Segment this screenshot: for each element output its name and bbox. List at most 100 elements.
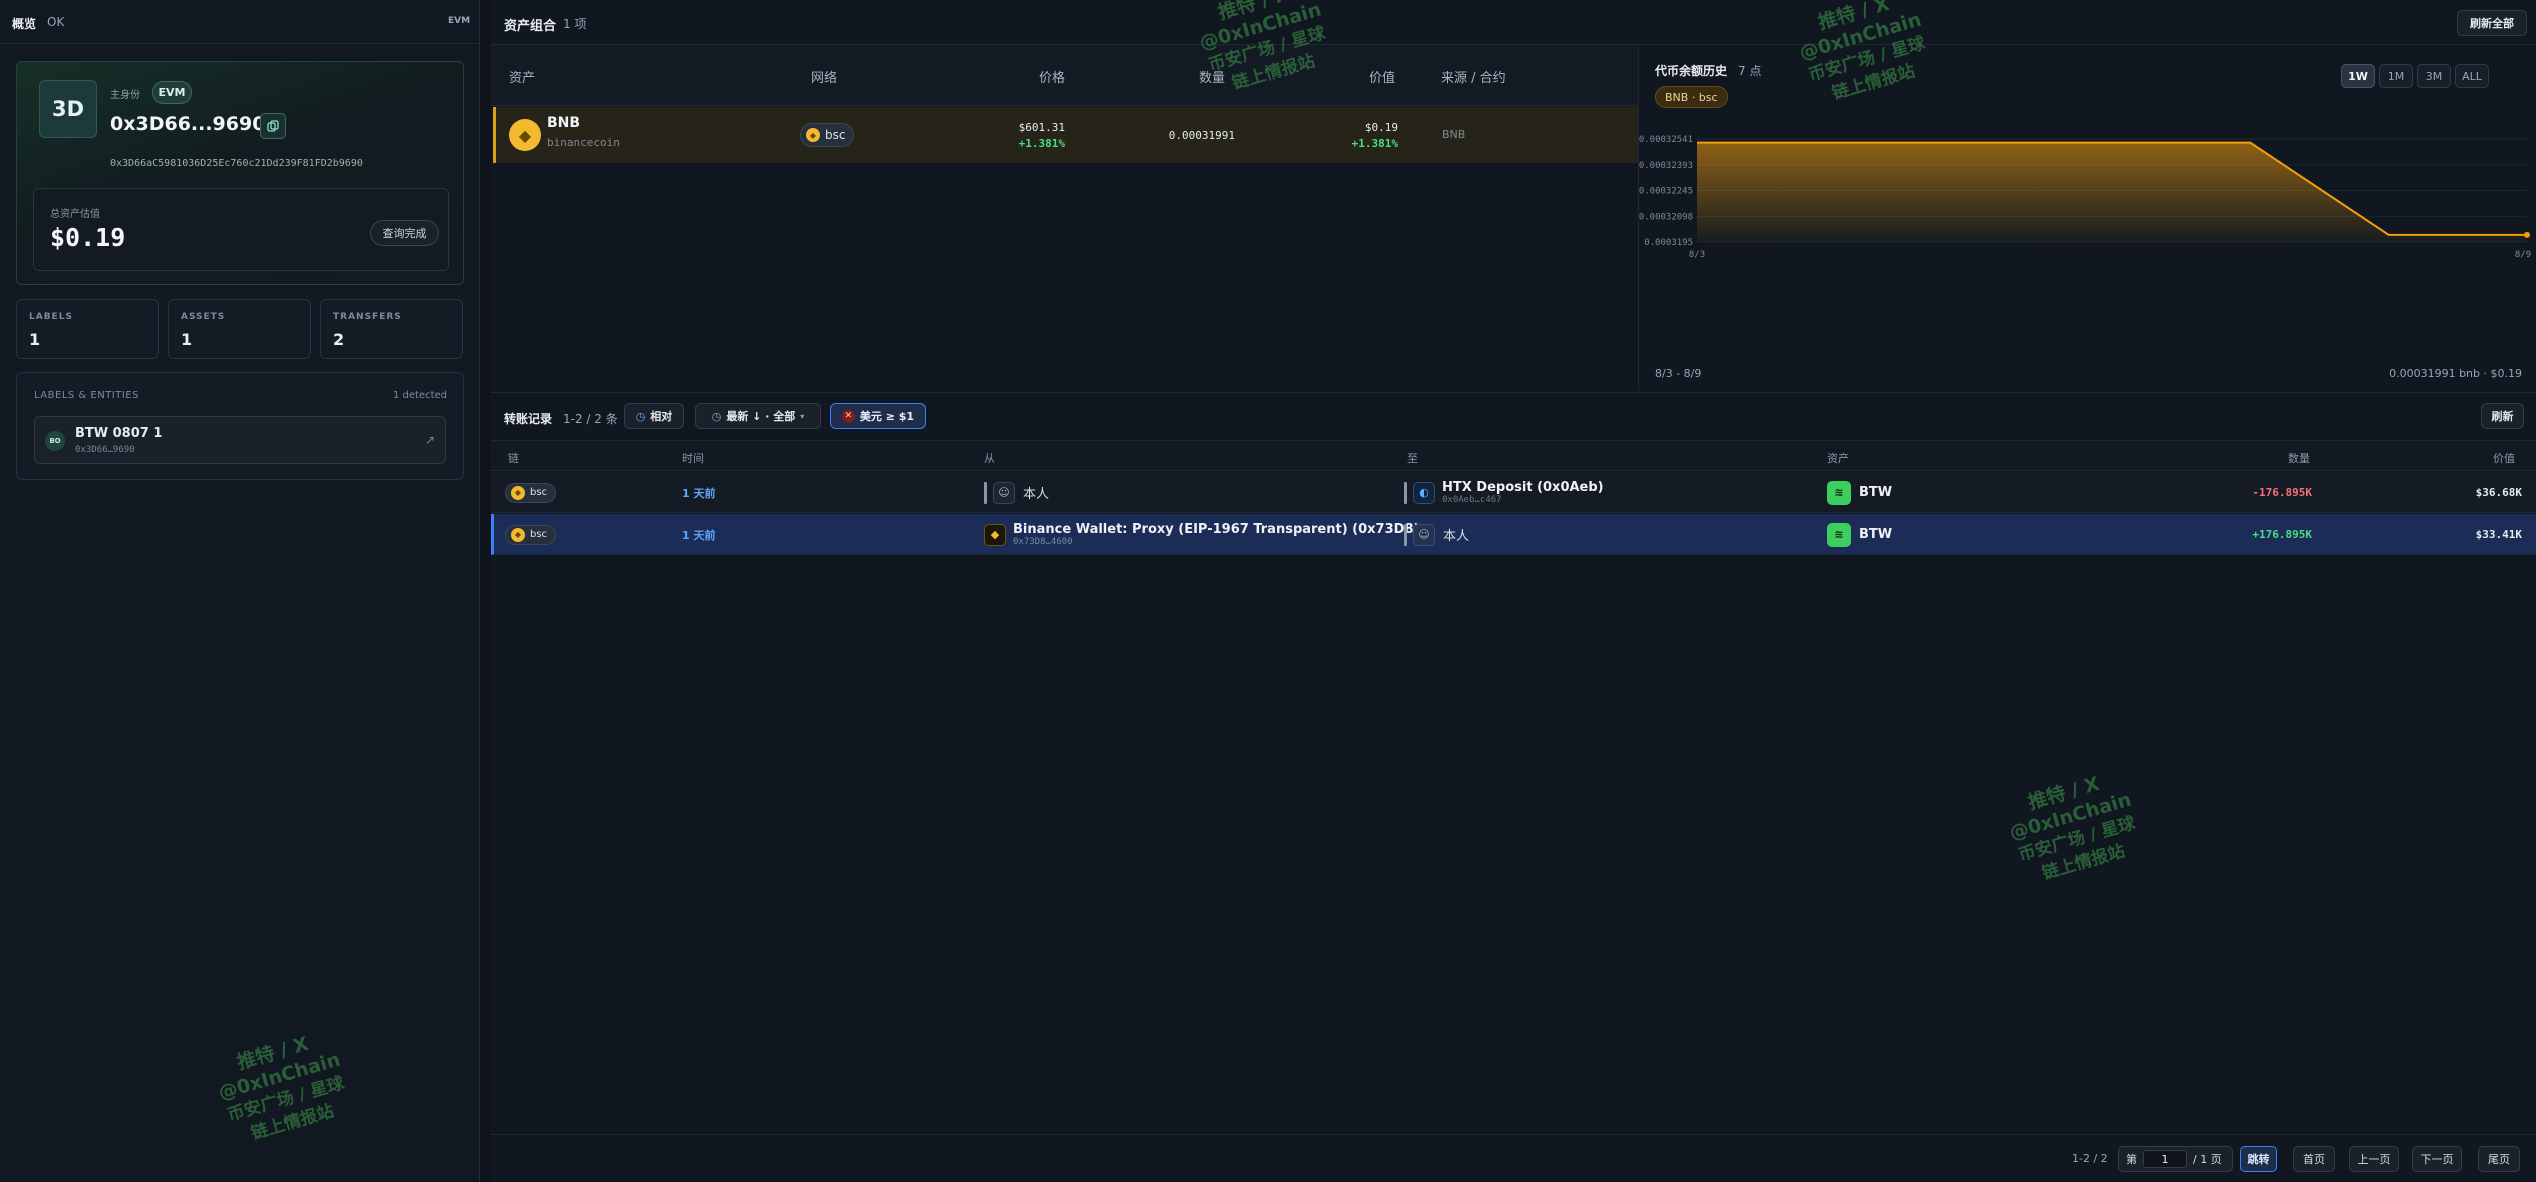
- refresh-transfers-button[interactable]: 刷新: [2481, 403, 2524, 429]
- y-tick-label: 0.0003195: [1644, 238, 1693, 248]
- query-button[interactable]: 查询完成: [370, 220, 439, 246]
- stat-label: ASSETS: [181, 312, 226, 322]
- col-asset: 资产: [509, 71, 536, 86]
- range-all-button[interactable]: ALL: [2455, 64, 2489, 88]
- entity-item[interactable]: BO BTW 0807 1 0x3D66…9690 ↗: [34, 416, 446, 464]
- to-name[interactable]: 本人: [1443, 525, 1469, 544]
- htx-icon: ◐: [1413, 481, 1435, 504]
- stat-transfers: TRANSFERS 2: [320, 299, 463, 359]
- entities-card: LABELS & ENTITIES 1 detected BO BTW 0807…: [16, 372, 464, 480]
- portfolio-header: 资产组合 1 项 刷新全部: [491, 0, 2536, 45]
- short-address: 0x3D66...9690: [110, 113, 266, 135]
- identity-card: 3D 主身份 EVM 0x3D66...9690 0x3D66aC5981036…: [16, 61, 464, 285]
- from-name[interactable]: Binance Wallet: Proxy (EIP-1967 Transpar…: [1013, 522, 1419, 537]
- asset-value: $0.19: [1364, 121, 1398, 134]
- range-3m-button[interactable]: 3M: [2417, 64, 2451, 88]
- tab-overview[interactable]: 概览: [12, 15, 36, 32]
- assets-table-header: 资产 网络 价格 数量 价值 来源 / 合约: [491, 45, 1638, 106]
- transfer-value: $33.41K: [2475, 528, 2522, 541]
- to-address: 0x0Aeb…c467: [1442, 495, 1502, 505]
- asset-row[interactable]: ◆ BNB binancecoin ◆ bsc $601.31 +1.381% 0…: [493, 107, 1638, 163]
- token-tag: BNB · bsc: [1655, 86, 1728, 108]
- col-amount: 数量: [2288, 452, 2310, 465]
- sort-dropdown[interactable]: ◷ 最新 ↓ · 全部 ▾: [695, 403, 821, 429]
- page-input[interactable]: [2143, 1150, 2187, 1168]
- y-tick-label: 0.00032541: [1639, 135, 1693, 145]
- bsc-icon: ◆: [511, 485, 525, 500]
- last-page-button[interactable]: 尾页: [2478, 1146, 2520, 1172]
- binance-icon: ◆: [984, 523, 1006, 546]
- col-chain: 链: [508, 452, 519, 465]
- entities-title: LABELS & ENTITIES: [34, 390, 139, 401]
- pagination-bar: 1-2 / 2 第 / 1 页 跳转 首页 上一页 下一页 尾页: [491, 1134, 2536, 1182]
- transfers-title: 转账记录: [504, 412, 553, 426]
- col-price: 价格: [1039, 71, 1066, 86]
- transfer-row[interactable]: ◆ bsc 1 天前 ◆ Binance Wallet: Proxy (EIP-1…: [491, 514, 2536, 555]
- to-name[interactable]: HTX Deposit (0x0Aeb): [1442, 480, 1604, 495]
- range-1w-button[interactable]: 1W: [2341, 64, 2375, 88]
- transfer-row[interactable]: ◆ bsc 1 天前 ☺ 本人 ◐ HTX Deposit (0x0Aeb) 0x0…: [491, 472, 2536, 513]
- bsc-icon: ◆: [511, 527, 525, 542]
- history-title: 代币余额历史: [1655, 64, 1728, 78]
- clock-icon: ◷: [711, 409, 722, 423]
- portfolio-title: 资产组合: [504, 19, 557, 34]
- col-from: 从: [984, 452, 995, 465]
- bnb-icon: ◆: [509, 119, 541, 151]
- y-tick-label: 0.00032245: [1639, 187, 1693, 197]
- page-jump-group: 第 / 1 页: [2118, 1146, 2233, 1172]
- range-1m-button[interactable]: 1M: [2379, 64, 2413, 88]
- balance-history-panel: 代币余额历史 7 点 BNB · bsc 1W 1M 3M ALL 0.0003…: [1638, 45, 2536, 390]
- chain-badge: EVM: [448, 16, 471, 26]
- next-page-button[interactable]: 下一页: [2412, 1146, 2462, 1172]
- history-summary: 0.00031991 bnb · $0.19: [2389, 367, 2522, 380]
- x-tick-label: 8/9: [2515, 250, 2531, 260]
- jump-button[interactable]: 跳转: [2240, 1146, 2277, 1172]
- balance-label: 总资产估值: [50, 209, 100, 220]
- refresh-all-button[interactable]: 刷新全部: [2457, 10, 2527, 36]
- range-selector: 1W 1M 3M ALL: [2341, 64, 2489, 88]
- asset-source: BNB: [1442, 128, 1466, 141]
- col-value: 价值: [1369, 71, 1396, 86]
- external-link-icon[interactable]: ↗: [425, 433, 435, 447]
- role-label: 主身份: [110, 90, 140, 101]
- entities-detected: 1 detected: [392, 390, 447, 401]
- from-name[interactable]: 本人: [1023, 483, 1049, 502]
- transfer-asset: BTW: [1859, 527, 1893, 542]
- transfer-time[interactable]: 1 天前: [682, 527, 715, 543]
- col-value: 价值: [2493, 452, 2515, 465]
- asset-value-change: +1.381%: [1351, 137, 1398, 150]
- close-icon[interactable]: ✕: [841, 409, 855, 423]
- chain-pill: ◆ bsc: [505, 524, 557, 545]
- history-date-range: 8/3 - 8/9: [1655, 367, 1702, 380]
- relative-time-button[interactable]: ◷ 相对: [624, 403, 684, 429]
- y-tick-label: 0.00032098: [1639, 212, 1693, 222]
- watermark: 推特 / X @0xInChain 币安广场 / 星球 链上情报站: [216, 1032, 347, 1144]
- left-sidebar: 概览 OK EVM 3D 主身份 EVM 0x3D66...9690 0x3D6…: [0, 0, 480, 1182]
- col-to: 至: [1407, 452, 1418, 465]
- main-panel: 资产组合 1 项 刷新全部 资产 网络 价格 数量 价值 来源 / 合约 ◆ B…: [491, 0, 2536, 1182]
- prev-page-button[interactable]: 上一页: [2349, 1146, 2399, 1172]
- stat-value: 2: [333, 330, 345, 349]
- usd-filter-chip[interactable]: ✕ 美元 ≥ $1: [830, 403, 926, 429]
- avatar: 3D: [39, 80, 97, 138]
- history-points: 7 点: [1738, 64, 1762, 78]
- stat-label: TRANSFERS: [333, 312, 402, 322]
- transfer-value: $36.68K: [2475, 486, 2522, 499]
- entity-icon: BO: [45, 431, 65, 451]
- asset-amount: 0.00031991: [1168, 129, 1235, 142]
- balance-box: 总资产估值 $0.19 查询完成: [33, 188, 449, 271]
- transfer-amount: -176.895K: [2252, 486, 2312, 499]
- copy-icon: [267, 120, 279, 132]
- chain-pill: ◆ bsc: [800, 123, 855, 147]
- sidebar-header: 概览 OK EVM: [0, 0, 480, 44]
- first-page-button[interactable]: 首页: [2293, 1146, 2335, 1172]
- transfer-asset: BTW: [1859, 485, 1893, 500]
- evm-pill: EVM: [152, 81, 192, 104]
- from-address: 0x73D8…4600: [1013, 537, 1073, 547]
- entity-name: BTW 0807 1: [75, 426, 163, 441]
- copy-address-button[interactable]: [260, 113, 286, 139]
- y-tick-label: 0.00032393: [1639, 161, 1693, 171]
- col-time: 时间: [682, 452, 704, 465]
- btw-token-icon: ≋: [1827, 522, 1851, 547]
- transfer-time[interactable]: 1 天前: [682, 485, 715, 501]
